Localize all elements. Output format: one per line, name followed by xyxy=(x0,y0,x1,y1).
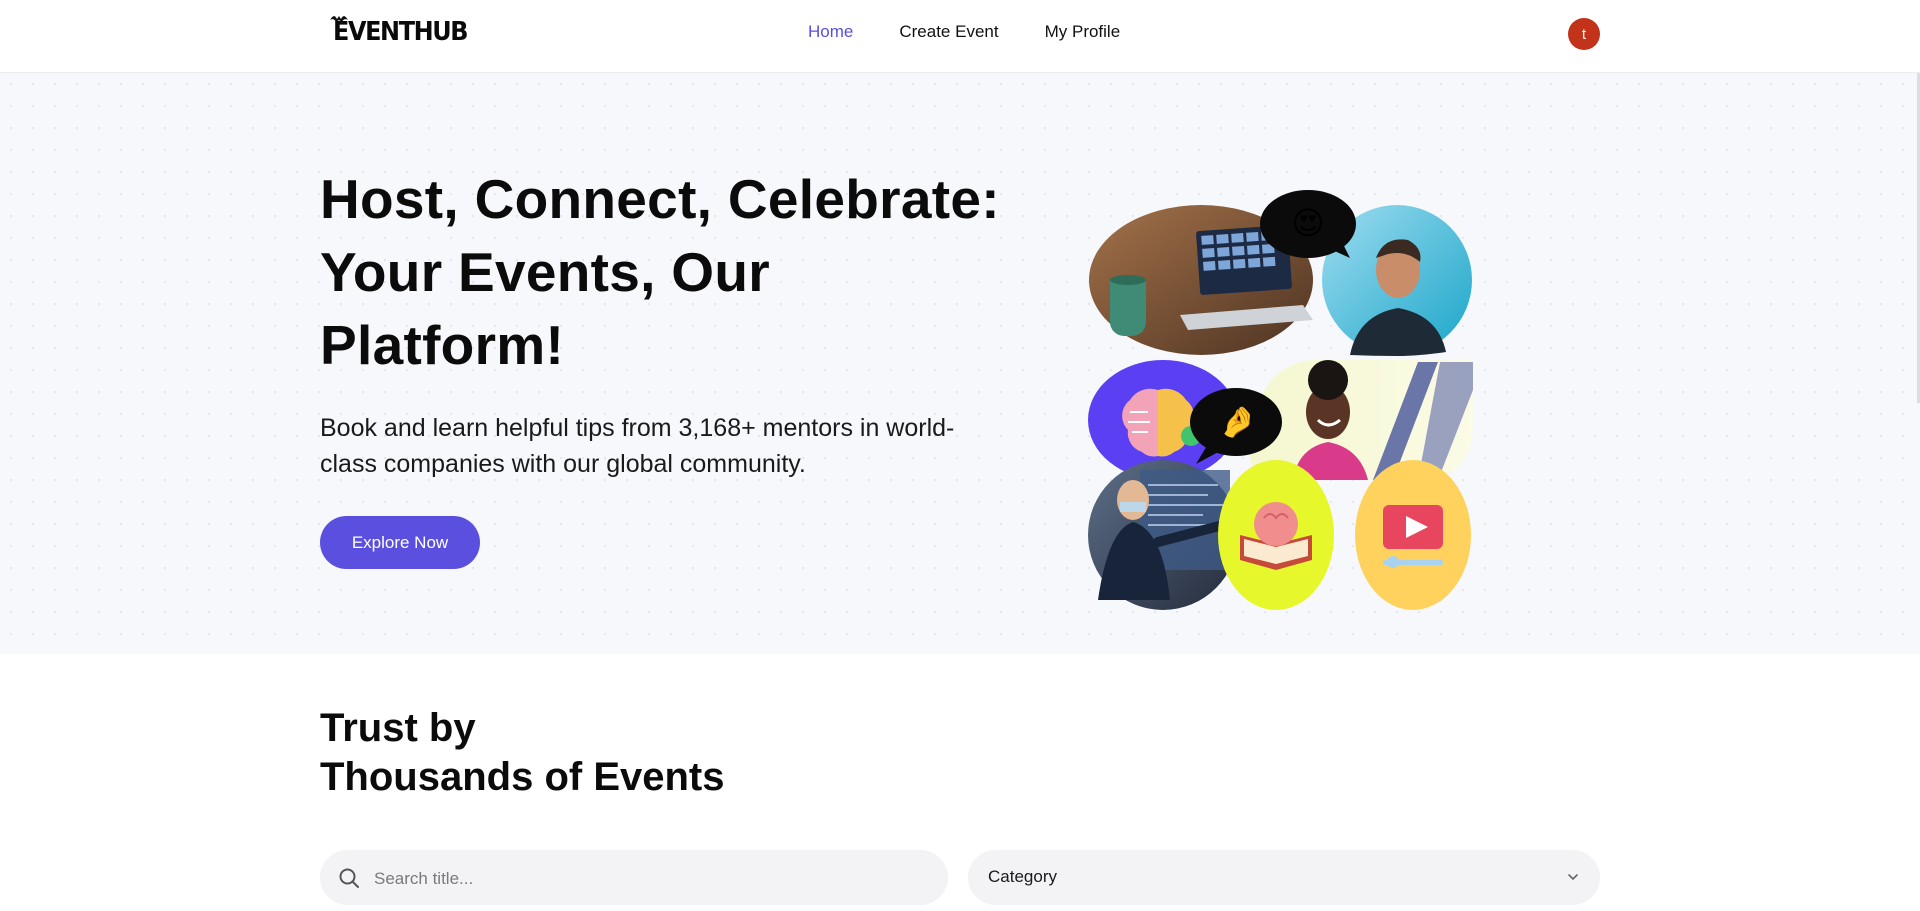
trust-title-line2: Thousands of Events xyxy=(320,755,725,799)
user-avatar[interactable]: t xyxy=(1568,18,1600,50)
teacher-photo xyxy=(1088,460,1238,610)
nav-create-event[interactable]: Create Event xyxy=(899,22,998,42)
heart-eyes-emoji: 😍 xyxy=(1291,205,1324,241)
category-dropdown[interactable]: Category xyxy=(968,850,1600,905)
trust-section-title: Trust by Thousands of Events xyxy=(320,704,725,802)
hero-subtitle: Book and learn helpful tips from 3,168+ … xyxy=(320,414,955,478)
trust-title-line1: Trust by xyxy=(320,706,476,750)
search-box[interactable] xyxy=(320,850,948,907)
search-title-input[interactable] xyxy=(372,850,936,907)
nav-my-profile[interactable]: My Profile xyxy=(1045,22,1121,42)
brand-logo[interactable]: EVENTHUB xyxy=(333,17,469,47)
hero-title: Host, Connect, Celebrate: Your Events, O… xyxy=(320,168,1000,376)
search-icon xyxy=(339,868,359,888)
nav-home[interactable]: Home xyxy=(808,22,853,42)
category-dropdown-label: Category xyxy=(988,867,1057,886)
pinch-hand-emoji: 🤌 xyxy=(1219,405,1256,439)
top-navbar: EVENTHUB Home Create Event My Profile t xyxy=(0,0,1920,73)
chevron-down-icon xyxy=(1568,874,1578,881)
book-brain-tile xyxy=(1218,460,1334,610)
main-nav: Home Create Event My Profile xyxy=(808,22,1166,42)
hero-collage: 😍 🤌 xyxy=(1088,190,1473,610)
video-play-tile xyxy=(1355,460,1471,610)
hero-section: Host, Connect, Celebrate: Your Events, O… xyxy=(0,73,1920,654)
explore-now-button[interactable]: Explore Now xyxy=(320,516,480,569)
heart-eyes-bubble: 😍 xyxy=(1260,190,1356,258)
